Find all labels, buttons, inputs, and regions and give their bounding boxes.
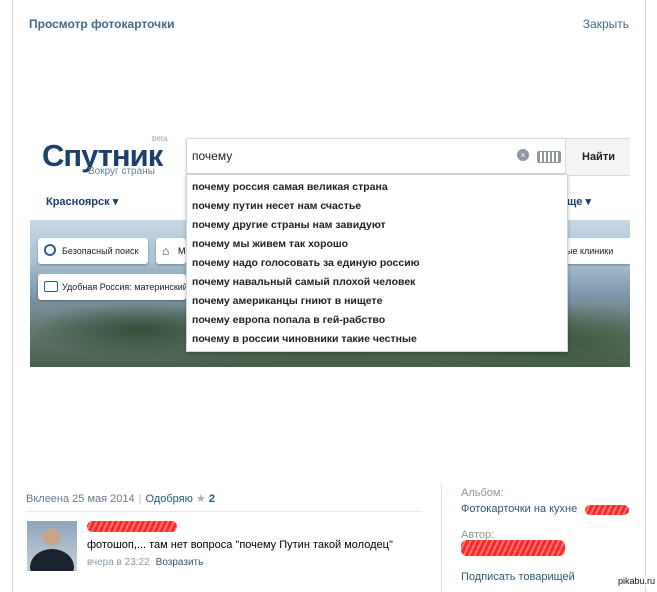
logo-beta: beta: [152, 136, 168, 143]
posted-date: Вклеена 25 мая 2014: [26, 493, 135, 505]
reply-link[interactable]: Возразить: [156, 557, 204, 568]
logo-tagline: Вокруг страны: [88, 166, 155, 177]
redacted-author-name: [87, 521, 177, 532]
redacted-author-link: [461, 540, 565, 556]
magnifier-icon: [44, 244, 56, 256]
suggestion-item: почему в россии чиновники такие честные: [192, 333, 417, 345]
home-icon: ⌂: [162, 244, 170, 258]
clinics-tile: ые клиники: [566, 238, 630, 264]
redacted-album-name: [585, 505, 629, 515]
panel-divider: [441, 484, 442, 592]
suggestion-dropdown: почему россия самая великая страна почем…: [186, 174, 568, 352]
suggestion-item: почему другие страны нам завидуют: [192, 219, 386, 231]
album-label: Альбом:: [461, 487, 504, 499]
search-input: почему: [192, 149, 233, 163]
convenient-russia-tile: Удобная Россия: материнский к: [38, 274, 186, 300]
home-tile-label: М: [178, 246, 186, 256]
comment-time[interactable]: вчера в 23:22: [87, 557, 150, 568]
suggestion-item: почему американцы гниют в нищете: [192, 295, 383, 307]
safe-search-label: Безопасный поиск: [62, 246, 139, 256]
like-link[interactable]: Одобряю: [146, 493, 193, 505]
subscribe-link[interactable]: Подписать товарищей: [461, 571, 575, 583]
photo-viewer: Просмотр фотокарточки Закрыть Спутник be…: [12, 0, 646, 592]
album-link[interactable]: Фотокарточки на кухне: [461, 503, 577, 515]
comment-text: фотошоп,... там нет вопроса "почему Пути…: [87, 539, 393, 551]
photo-image: Спутник beta Вокруг страны Красноярск ▾ …: [30, 136, 630, 367]
like-count[interactable]: 2: [209, 493, 215, 505]
clinics-label: ые клиники: [566, 246, 614, 256]
comment-meta: вчера в 23:22 Возразить: [87, 557, 203, 568]
photo-meta: Вклеена 25 мая 2014 | Одобряю ★ 2: [26, 492, 215, 505]
clear-icon: ×: [517, 149, 529, 161]
star-icon: ★: [195, 493, 206, 505]
more-label: ще: [567, 196, 583, 208]
suggestion-item: почему надо голосовать за единую россию: [192, 257, 420, 269]
sofa-icon: [44, 281, 58, 292]
home-tile: ⌂ М: [156, 238, 186, 264]
suggestion-item: почему россия самая великая страна: [192, 181, 388, 193]
avatar[interactable]: [27, 521, 77, 571]
viewer-title: Просмотр фотокарточки: [29, 17, 175, 31]
convenient-russia-label: Удобная Россия: материнский к: [62, 282, 186, 292]
search-button: Найти: [565, 138, 630, 176]
more-menu: ще ▾: [567, 196, 591, 208]
suggestion-item: почему мы живем так хорошо: [192, 238, 349, 250]
safe-search-tile: Безопасный поиск: [38, 238, 148, 264]
city-selector: Красноярск ▾: [46, 196, 119, 208]
keyboard-icon: [537, 151, 561, 163]
meta-separator: |: [138, 493, 142, 505]
suggestion-item: почему навальный самый плохой человек: [192, 276, 416, 288]
search-field: почему ×: [186, 138, 566, 174]
meta-divider: [26, 511, 422, 512]
suggestion-item: почему европа попала в гей-рабство: [192, 314, 386, 326]
city-name: Красноярск: [46, 196, 110, 208]
watermark: pikabu.ru: [615, 576, 657, 586]
suggestion-item: почему путин несет нам счастье: [192, 200, 362, 212]
close-link[interactable]: Закрыть: [583, 17, 629, 31]
